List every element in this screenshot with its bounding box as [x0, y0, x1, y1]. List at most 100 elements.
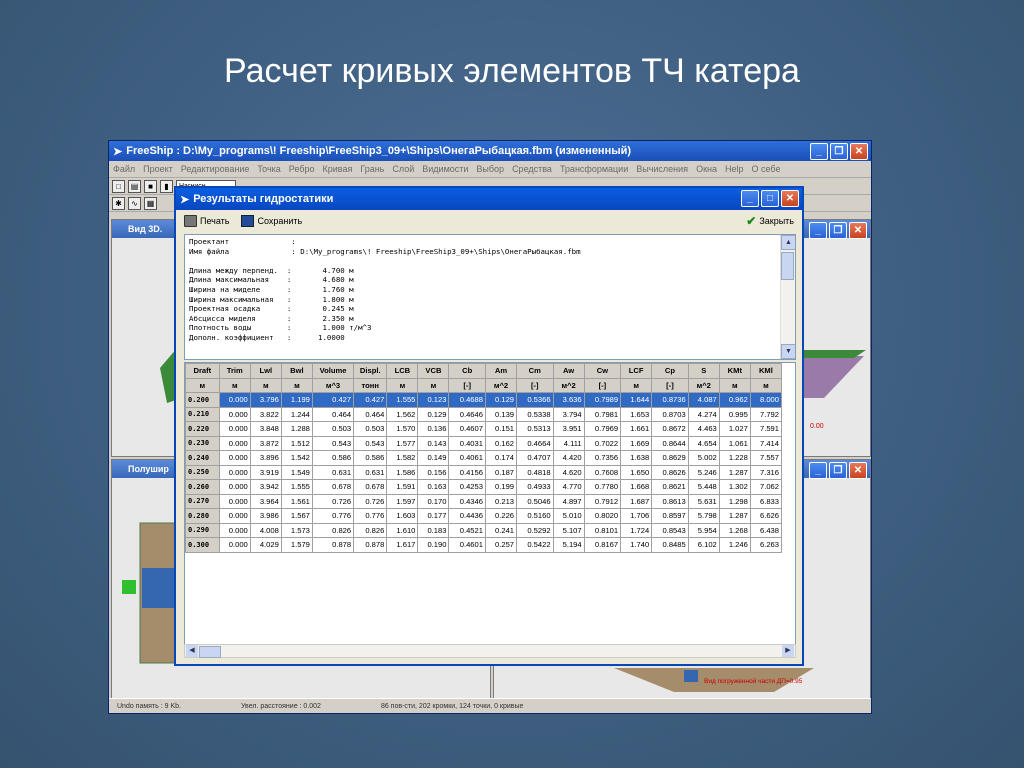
dialog-titlebar[interactable]: ➤ Результаты гидростатики _ □ ✕ — [176, 188, 802, 210]
column-header[interactable]: Volume — [311, 363, 355, 379]
column-header[interactable]: Draft — [185, 363, 220, 379]
table-row[interactable]: 0.200 0.000 3.796 1.199 0.427 0.427 1.555 0.123… — [185, 392, 783, 408]
table-horizontal-scrollbar[interactable]: ◀ ▶ — [184, 644, 796, 658]
table-cell: 0.4436 — [448, 508, 486, 524]
scroll-down-arrow-icon[interactable]: ▼ — [781, 344, 795, 359]
menu-item-15[interactable]: О себе — [752, 164, 781, 174]
book-icon[interactable]: ▮ — [160, 179, 173, 193]
save-file-icon[interactable]: ■ — [144, 179, 157, 193]
table-row[interactable]: 0.290 0.000 4.008 1.573 0.826 0.826 1.610 0.183… — [185, 522, 783, 538]
column-header[interactable]: Lwl — [249, 363, 282, 379]
column-header[interactable]: KMl — [749, 363, 783, 379]
info-vertical-scrollbar[interactable]: ▲ ▼ — [780, 235, 795, 359]
table-row[interactable]: 0.270 0.000 3.964 1.561 0.726 0.726 1.597 0.170… — [185, 493, 783, 509]
table-cell: 0.257 — [484, 537, 518, 553]
dialog-close-button[interactable]: ✕ — [781, 190, 799, 207]
pane-restore-button[interactable]: ❐ — [829, 222, 847, 239]
dialog-maximize-button[interactable]: □ — [761, 190, 779, 207]
menu-item-12[interactable]: Вычисления — [636, 164, 688, 174]
table-cell: 0.4061 — [448, 450, 486, 466]
column-header[interactable]: LCF — [620, 363, 653, 379]
menu-item-0[interactable]: Файл — [113, 164, 135, 174]
menu-item-9[interactable]: Выбор — [476, 164, 504, 174]
hscroll-thumb[interactable] — [199, 646, 221, 658]
column-unit: м — [249, 377, 282, 393]
table-cell: 7.591 — [749, 421, 783, 437]
column-header[interactable]: Bwl — [280, 363, 313, 379]
menu-item-7[interactable]: Слой — [392, 164, 414, 174]
column-unit: [-] — [651, 377, 689, 393]
table-cell: 0.7981 — [583, 406, 622, 422]
ship-tool-icon[interactable]: ✱ — [112, 196, 125, 210]
scroll-right-arrow-icon[interactable]: ▶ — [782, 645, 794, 657]
table-row[interactable]: 0.300 0.000 4.029 1.579 0.878 0.878 1.617 0.190… — [185, 537, 783, 553]
scroll-thumb[interactable] — [781, 252, 794, 280]
menu-item-2[interactable]: Редактирование — [181, 164, 250, 174]
table-row[interactable]: 0.260 0.000 3.942 1.555 0.678 0.678 1.591 0.163… — [185, 479, 783, 495]
pane2-restore-button[interactable]: ❐ — [829, 462, 847, 479]
table-cell: 0.8703 — [651, 406, 689, 422]
column-header[interactable]: Cp — [651, 363, 689, 379]
main-window-titlebar[interactable]: ➤ FreeShip : D:\My_programs\! Freeship\F… — [109, 141, 871, 161]
close-dialog-button[interactable]: ✔ Закрыть — [746, 214, 794, 228]
table-cell: 0.8167 — [583, 537, 622, 553]
table-cell: 0.826 — [353, 522, 388, 538]
table-row[interactable]: 0.230 0.000 3.872 1.512 0.543 0.543 1.577 0.143… — [185, 435, 783, 451]
table-row[interactable]: 0.280 0.000 3.986 1.567 0.776 0.776 1.603 0.177… — [185, 508, 783, 524]
column-header[interactable]: Am — [484, 363, 518, 379]
pane-close-button[interactable]: ✕ — [849, 222, 867, 239]
save-button[interactable]: Сохранить — [241, 215, 302, 227]
menu-item-8[interactable]: Видимости — [422, 164, 468, 174]
menu-item-6[interactable]: Грань — [360, 164, 384, 174]
pane-minimize-button[interactable]: _ — [809, 222, 827, 239]
project-info-text[interactable]: Проектант : Имя файла : D:\My_programs\! … — [184, 234, 796, 360]
menu-item-5[interactable]: Кривая — [322, 164, 352, 174]
scroll-left-arrow-icon[interactable]: ◀ — [186, 645, 198, 657]
scroll-up-arrow-icon[interactable]: ▲ — [781, 235, 795, 250]
grid-tool-icon[interactable]: ▦ — [144, 196, 157, 210]
pane2-close-button[interactable]: ✕ — [849, 462, 867, 479]
column-header[interactable]: Displ. — [353, 363, 388, 379]
column-header[interactable]: Cm — [516, 363, 554, 379]
menu-item-3[interactable]: Точка — [257, 164, 280, 174]
table-row[interactable]: 0.220 0.000 3.848 1.288 0.503 0.503 1.570 0.136… — [185, 421, 783, 437]
column-header[interactable]: Trim — [218, 363, 251, 379]
draft-cell: 0.220 — [185, 421, 220, 437]
table-cell: 6.102 — [687, 537, 720, 553]
table-cell: 1.603 — [386, 508, 419, 524]
print-button[interactable]: Печать — [184, 215, 229, 227]
column-unit: м — [185, 377, 220, 393]
table-cell: 5.002 — [687, 450, 720, 466]
new-file-icon[interactable]: □ — [112, 179, 125, 193]
column-header[interactable]: Cw — [583, 363, 622, 379]
table-cell: 4.029 — [249, 537, 282, 553]
dialog-minimize-button[interactable]: _ — [741, 190, 759, 207]
menu-item-11[interactable]: Трансформации — [560, 164, 628, 174]
draft-cell: 0.260 — [185, 479, 220, 495]
table-cell: 0.174 — [484, 450, 518, 466]
column-unit: м — [718, 377, 751, 393]
column-header[interactable]: KMt — [718, 363, 751, 379]
menu-item-10[interactable]: Средства — [512, 164, 552, 174]
column-header[interactable]: Aw — [552, 363, 585, 379]
menu-item-13[interactable]: Окна — [696, 164, 717, 174]
open-file-icon[interactable]: ▤ — [128, 179, 141, 193]
menu-item-4[interactable]: Ребро — [289, 164, 315, 174]
table-row[interactable]: 0.210 0.000 3.822 1.244 0.464 0.464 1.562 0.129… — [185, 406, 783, 422]
curve-tool-icon[interactable]: ∿ — [128, 196, 141, 210]
table-row[interactable]: 0.250 0.000 3.919 1.549 0.631 0.631 1.586 0.156… — [185, 464, 783, 480]
column-header[interactable]: S — [687, 363, 720, 379]
pane2-minimize-button[interactable]: _ — [809, 462, 827, 479]
column-header[interactable]: LCB — [386, 363, 419, 379]
table-cell: 1.577 — [386, 435, 419, 451]
table-row[interactable]: 0.240 0.000 3.896 1.542 0.586 0.586 1.582 0.149… — [185, 450, 783, 466]
table-cell: 1.244 — [280, 406, 313, 422]
table-cell: 1.199 — [280, 392, 313, 408]
close-button[interactable]: ✕ — [850, 143, 868, 160]
column-header[interactable]: VCB — [417, 363, 450, 379]
menu-item-14[interactable]: Help — [725, 164, 744, 174]
minimize-button[interactable]: _ — [810, 143, 828, 160]
restore-button[interactable]: ❐ — [830, 143, 848, 160]
column-header[interactable]: Cb — [448, 363, 486, 379]
menu-item-1[interactable]: Проект — [143, 164, 173, 174]
